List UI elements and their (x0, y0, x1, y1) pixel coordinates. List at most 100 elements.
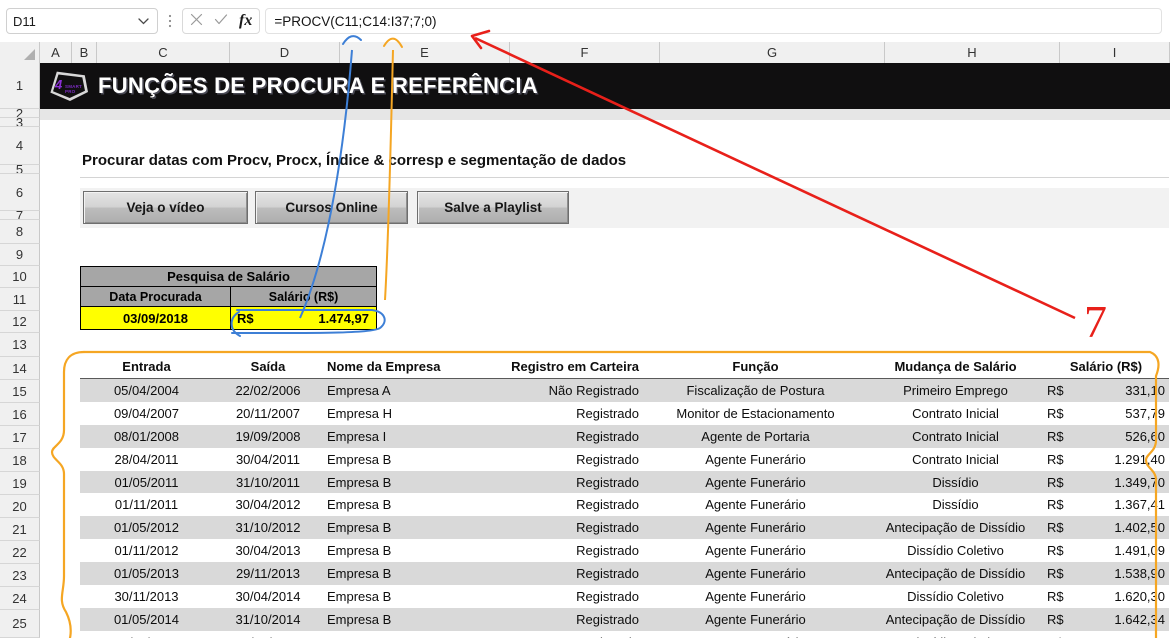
row-header-3[interactable]: 3 (0, 118, 40, 127)
cell-registro: Não Registrado (548, 382, 639, 398)
cell-entrada: 01/05/2013 (113, 566, 180, 582)
column-header-H[interactable]: H (885, 42, 1060, 63)
cell-entrada: 28/04/2011 (114, 451, 179, 467)
name-box[interactable]: D11 (6, 8, 158, 34)
cell-saida: 30/04/2012 (235, 497, 301, 513)
row-header-20[interactable]: 20 (0, 495, 40, 518)
row-header-2[interactable]: 2 (0, 109, 40, 118)
salario-amount: 1.491,09 (1114, 543, 1165, 559)
row-header-24[interactable]: 24 (0, 587, 40, 610)
formula-input[interactable]: =PROCV(C11;C14:I37;7;0) (265, 8, 1162, 34)
row-header-1[interactable]: 1 (0, 63, 40, 109)
lookup-salary-cell[interactable]: R$ 1.474,97 (231, 307, 376, 329)
row-header-16[interactable]: 16 (0, 403, 40, 426)
cell-entrada: 01/05/2014 (113, 611, 180, 627)
cell-mudanca: Dissídio (932, 474, 979, 490)
table-row[interactable]: 28/04/2011 30/04/2011 Empresa B Registrado A… (80, 448, 1169, 471)
salario-currency: R$ (1047, 497, 1064, 513)
cell-salario: R$ 1.367,41 (1043, 497, 1169, 512)
cell-funcao: Agente Funerário (705, 497, 806, 513)
cell-mudanca: Antecipação de Dissídio (885, 611, 1026, 627)
cell-empresa: Empresa I (327, 428, 387, 444)
cell-mudanca: Dissídio (932, 497, 979, 513)
row-header-5[interactable]: 5 (0, 165, 40, 174)
salario-amount: 1.349,70 (1114, 474, 1165, 490)
table-row[interactable]: 01/05/2014 31/10/2014 Empresa B Registrado A… (80, 607, 1169, 631)
table-row[interactable]: 09/04/2007 20/11/2007 Empresa H Registrado M… (80, 402, 1169, 425)
salario-amount: 331,10 (1125, 382, 1165, 398)
row-header-10[interactable]: 10 (0, 266, 40, 288)
row-header-19[interactable]: 19 (0, 472, 40, 495)
cell-mudanca: Contrato Inicial (912, 451, 999, 467)
table-row[interactable]: 01/11/2012 30/04/2013 Empresa B Registrado A… (80, 539, 1169, 562)
cell-salario: R$ 1.291,40 (1043, 452, 1169, 467)
salario-amount: 1.620,30 (1114, 588, 1165, 604)
row-header-9[interactable]: 9 (0, 244, 40, 266)
confirm-icon[interactable] (214, 13, 228, 29)
cancel-icon[interactable] (190, 13, 203, 29)
table-row[interactable]: 05/04/2004 22/02/2006 Empresa A Não Registr… (80, 379, 1169, 402)
lookup-date-cell[interactable]: 03/09/2018 (81, 307, 231, 329)
col-header-saida: Saída (250, 359, 286, 374)
table-row[interactable]: 08/01/2008 19/09/2008 Empresa I Registrado A… (80, 424, 1169, 448)
salve-a-playlist-button[interactable]: Salve a Playlist (417, 191, 569, 224)
row-header-12[interactable]: 12 (0, 311, 40, 333)
cell-funcao: Agente Funerário (705, 543, 806, 559)
table-row[interactable]: 30/11/2013 30/04/2014 Empresa B Registrado A… (80, 585, 1169, 608)
cell-entrada: 08/01/2008 (113, 428, 180, 444)
row-header-15[interactable]: 15 (0, 380, 40, 403)
cell-registro: Registrado (576, 543, 639, 559)
row-header-18[interactable]: 18 (0, 449, 40, 472)
cell-saida: 30/04/2011 (235, 451, 301, 467)
row-header-11[interactable]: 11 (0, 288, 40, 311)
row-header-25[interactable]: 25 (0, 610, 40, 638)
table-row[interactable]: 01/11/201430/04/2015Empresa BRegistradoA… (80, 631, 1169, 638)
cell-registro: Registrado (576, 566, 639, 582)
more-options-icon[interactable] (162, 8, 178, 34)
row-header-8[interactable]: 8 (0, 220, 40, 244)
row-header-17[interactable]: 17 (0, 426, 40, 449)
table-header-row: Entrada Saída Nome da Empresa Registro e… (80, 355, 1169, 379)
column-header-E[interactable]: E (340, 42, 510, 63)
cell-saida: 29/11/2013 (235, 566, 301, 582)
row-header-22[interactable]: 22 (0, 541, 40, 564)
cursos-online-button[interactable]: Cursos Online (255, 191, 408, 224)
row-header-13[interactable]: 13 (0, 333, 40, 357)
column-header-I[interactable]: I (1060, 42, 1170, 63)
column-header-A[interactable]: A (40, 42, 72, 63)
column-header-D[interactable]: D (230, 42, 340, 63)
veja-o-video-button[interactable]: Veja o vídeo (83, 191, 248, 224)
column-header-G[interactable]: G (660, 42, 885, 63)
column-header-row: A B C D E F G H I (0, 42, 1170, 63)
cell-empresa: Empresa B (327, 497, 392, 513)
cell-funcao: Agente Funerário (705, 474, 806, 490)
row-header-14[interactable]: 14 (0, 357, 40, 380)
table-row[interactable]: 01/05/2011 31/10/2011 Empresa B Registrado A… (80, 470, 1169, 494)
insert-function-icon[interactable]: fx (239, 13, 252, 29)
table-row[interactable]: 01/05/2012 31/10/2012 Empresa B Registrado A… (80, 516, 1169, 540)
worksheet-grid: 4 SMART PRO FUNÇÕES DE PROCURA E REFERÊNC… (40, 63, 1170, 638)
row-header-7[interactable]: 7 (0, 211, 40, 220)
cell-entrada: 01/05/2011 (114, 474, 179, 490)
name-box-value: D11 (13, 13, 36, 29)
select-all-corner[interactable] (0, 42, 40, 63)
column-header-C[interactable]: C (97, 42, 230, 63)
cell-saida: 22/02/2006 (235, 382, 301, 398)
salary-history-table: Entrada Saída Nome da Empresa Registro e… (80, 355, 1169, 638)
table-row[interactable]: 01/05/2013 29/11/2013 Empresa B Registrado A… (80, 562, 1169, 586)
col-header-salario: Salário (R$) (1069, 359, 1143, 374)
column-header-B[interactable]: B (72, 42, 97, 63)
row-header-21[interactable]: 21 (0, 518, 40, 541)
salario-currency: R$ (1047, 474, 1064, 490)
table-row[interactable]: 01/11/2011 30/04/2012 Empresa B Registrado A… (80, 493, 1169, 516)
salario-currency: R$ (1047, 428, 1064, 444)
column-header-F[interactable]: F (510, 42, 660, 63)
cell-empresa: Empresa H (327, 405, 393, 421)
section-heading: Procurar datas com Procv, Procx, Índice … (82, 152, 627, 169)
row-header-23[interactable]: 23 (0, 564, 40, 587)
row-header-6[interactable]: 6 (0, 174, 40, 211)
row-header-4[interactable]: 4 (0, 127, 40, 165)
cell-empresa: Empresa B (327, 566, 392, 582)
chevron-down-icon[interactable] (135, 17, 151, 25)
col-header-funcao: Função (732, 359, 779, 374)
